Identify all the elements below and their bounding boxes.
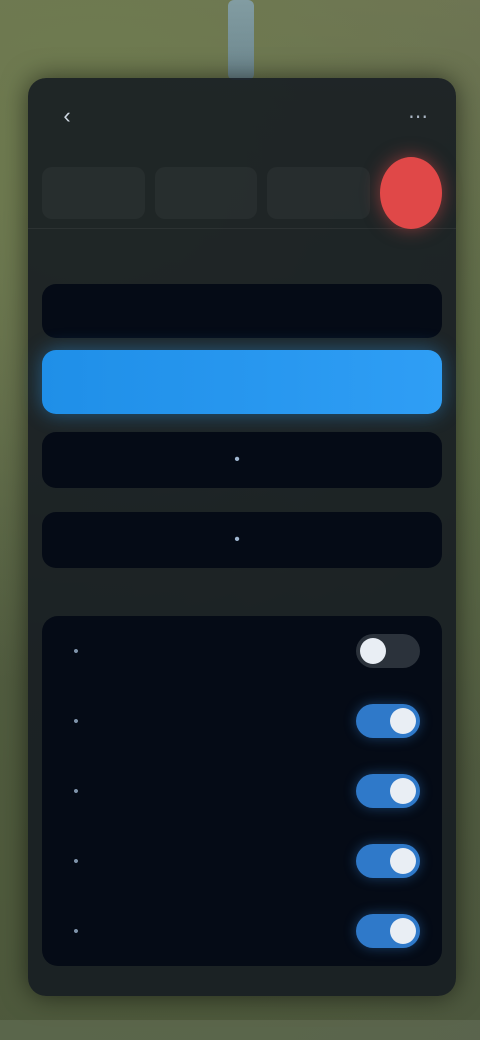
header-row: ‹ ⋯: [50, 96, 434, 136]
settings-row-2[interactable]: •: [42, 686, 442, 756]
action-button-3[interactable]: •: [42, 512, 442, 568]
primary-action-button[interactable]: [42, 350, 442, 414]
control-panel: ‹ ⋯ • • • • • • •: [28, 78, 456, 996]
more-icon[interactable]: ⋯: [402, 100, 434, 132]
dot-icon: •: [73, 782, 79, 800]
settings-row-3[interactable]: •: [42, 756, 442, 826]
dot-icon: •: [73, 642, 79, 660]
dot-icon: •: [234, 451, 240, 468]
settings-list: • • • • •: [42, 616, 442, 966]
toggle-knob: [390, 848, 416, 874]
dot-icon: •: [73, 922, 79, 940]
action-button-2[interactable]: •: [42, 432, 442, 488]
settings-toggle-3[interactable]: [356, 774, 420, 808]
toggle-knob: [360, 638, 386, 664]
settings-row-1[interactable]: •: [42, 616, 442, 686]
settings-toggle-2[interactable]: [356, 704, 420, 738]
settings-toggle-5[interactable]: [356, 914, 420, 948]
toggle-knob: [390, 708, 416, 734]
dot-icon: •: [234, 531, 240, 548]
settings-row-4[interactable]: •: [42, 826, 442, 896]
dot-icon: •: [73, 712, 79, 730]
stat-2: [154, 167, 258, 219]
chevron-left-icon[interactable]: ‹: [50, 99, 84, 133]
toggle-knob: [390, 918, 416, 944]
bottom-bar: [0, 1020, 480, 1040]
panel-header: ‹ ⋯: [28, 78, 456, 229]
toggle-knob: [390, 778, 416, 804]
action-button-1[interactable]: [42, 284, 442, 338]
stat-3: [267, 167, 370, 219]
map-road: [228, 0, 254, 80]
stats-row: [42, 157, 442, 229]
stop-button[interactable]: [379, 157, 442, 229]
settings-toggle-1[interactable]: [356, 634, 420, 668]
dot-icon: •: [73, 852, 79, 870]
settings-toggle-4[interactable]: [356, 844, 420, 878]
settings-row-5[interactable]: •: [42, 896, 442, 966]
stat-1: [42, 167, 145, 219]
